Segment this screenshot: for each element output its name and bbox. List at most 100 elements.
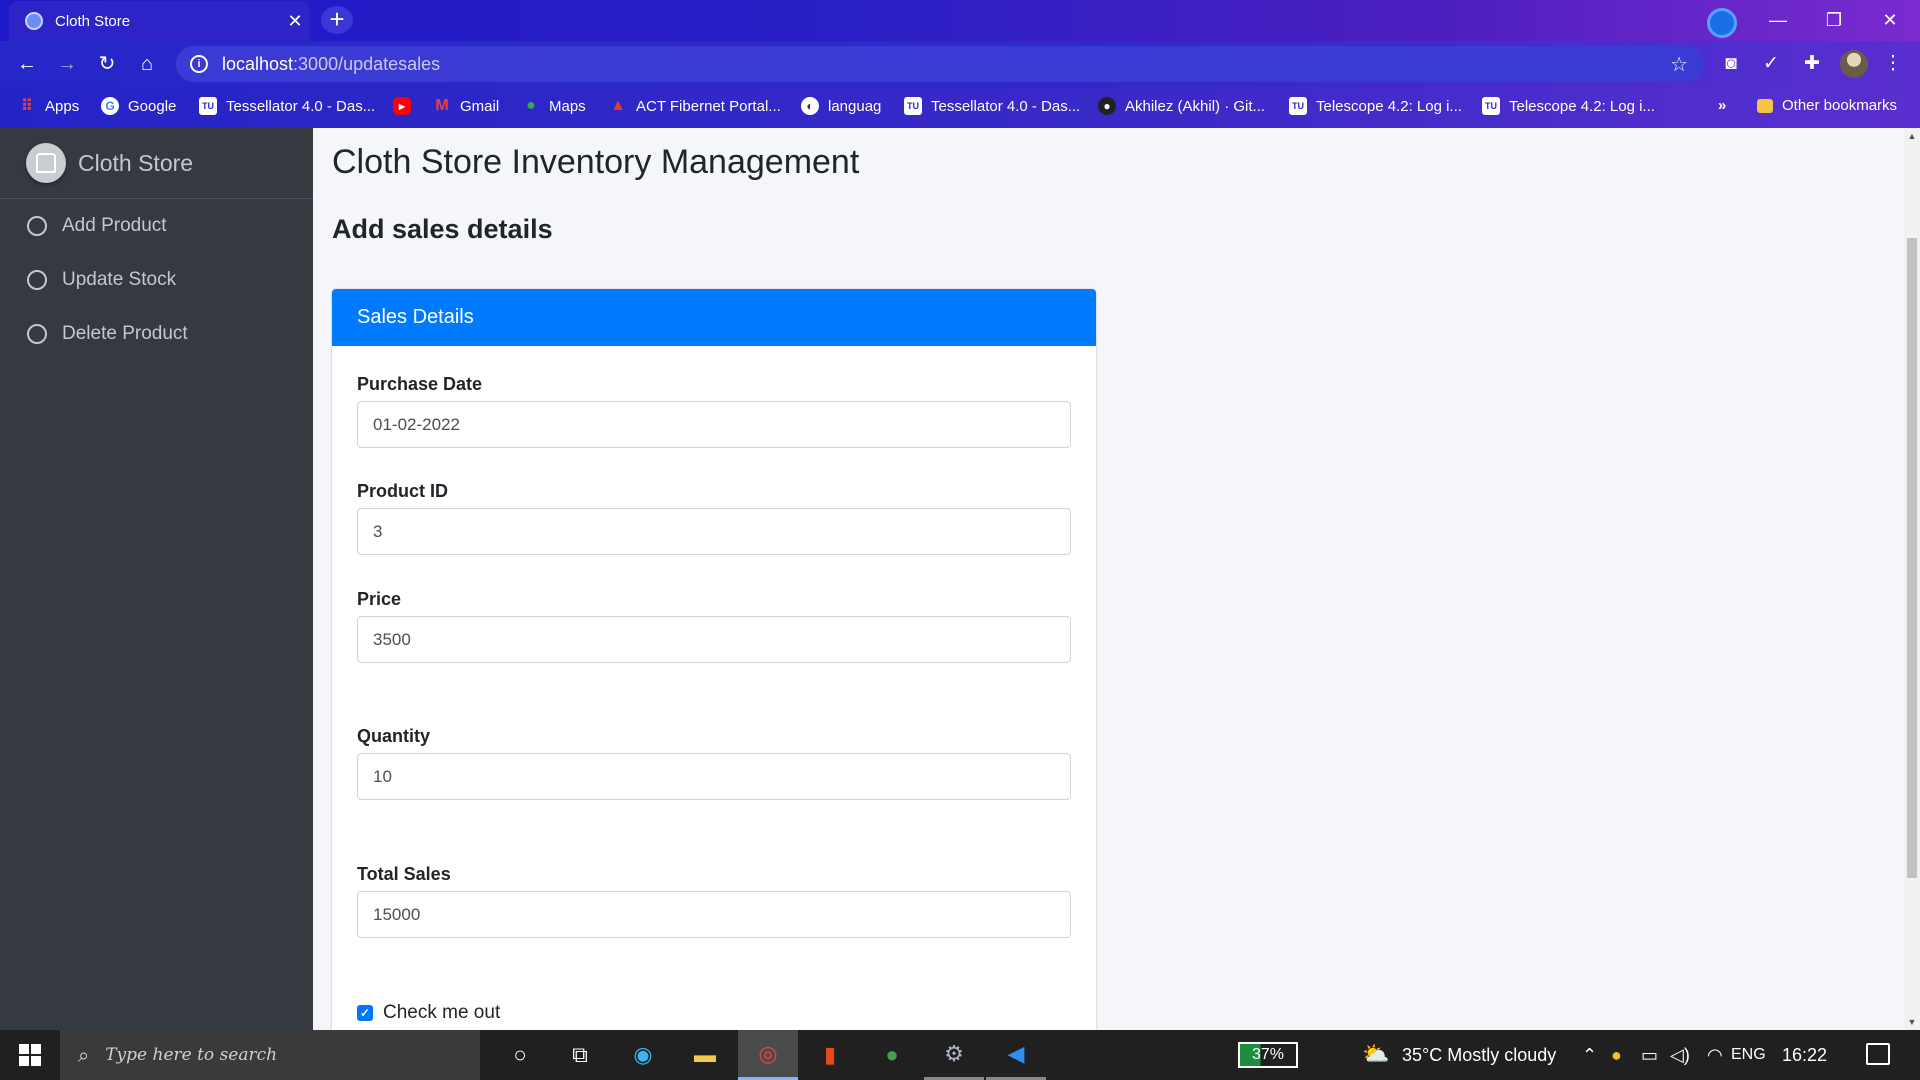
tessellator-icon: TU — [199, 97, 217, 115]
address-bar[interactable]: i localhost:3000/updatesales ☆ — [176, 46, 1704, 82]
forward-icon[interactable]: → — [51, 49, 83, 79]
bookmark-act-fibernet[interactable]: ▲ ACT Fibernet Portal... — [609, 97, 781, 115]
bookmark-label: Google — [128, 97, 177, 115]
clock[interactable]: 16:22 — [1782, 1045, 1827, 1066]
back-icon[interactable]: ← — [11, 49, 43, 79]
edge-icon[interactable]: ◉ — [613, 1030, 673, 1080]
bookmark-maps[interactable]: ● Maps — [522, 97, 586, 115]
sidebar-item-delete-product[interactable]: Delete Product — [0, 307, 313, 361]
brand-name: Cloth Store — [78, 149, 194, 176]
weather-cloud-icon: ⛅ — [1362, 1041, 1390, 1066]
weather-text[interactable]: 35°C Mostly cloudy — [1402, 1045, 1556, 1066]
profile-avatar[interactable] — [1840, 50, 1868, 78]
price-label: Price — [357, 589, 402, 609]
bookmark-star-icon[interactable]: ☆ — [1670, 52, 1688, 77]
site-info-icon[interactable]: i — [190, 55, 208, 73]
bookmark-apps[interactable]: ⠿ Apps — [18, 97, 80, 116]
bookmarks-bar: ⠿ Apps G Google TU Tessellator 4.0 - Das… — [0, 87, 1920, 128]
google-icon: G — [101, 97, 119, 115]
browser-menu-icon[interactable]: ⋮ — [1880, 51, 1906, 77]
quantity-input[interactable]: 10 — [357, 753, 1071, 800]
camera-extension-icon[interactable]: ◙ — [1718, 51, 1744, 77]
close-tab-icon[interactable]: ✕ — [280, 11, 310, 32]
bookmark-gmail[interactable]: M Gmail — [433, 97, 499, 115]
page-scrollbar[interactable]: ▲ ▼ — [1904, 128, 1920, 1030]
scroll-down-arrow-icon[interactable]: ▼ — [1904, 1014, 1920, 1030]
sidebar-item-update-stock[interactable]: Update Stock — [0, 253, 313, 307]
circle-icon — [27, 270, 47, 290]
task-view-icon[interactable]: ⧉ — [550, 1030, 610, 1080]
brand-link[interactable]: Cloth Store — [0, 128, 313, 199]
language-icon: ◐ — [801, 97, 819, 115]
bookmark-tessellator[interactable]: TU Tessellator 4.0 - Das... — [199, 97, 375, 115]
quantity-label: Quantity — [357, 726, 431, 746]
profile-download-icon[interactable] — [1707, 8, 1737, 38]
sales-details-card: Sales Details Purchase Date 01-02-2022 P… — [332, 289, 1096, 1049]
card-title: Sales Details — [332, 289, 1096, 346]
check-me-out-checkbox[interactable]: ✓ — [357, 1005, 373, 1021]
sidebar: Cloth Store Add Product Update Stock Del… — [0, 128, 313, 1030]
show-hidden-icons-icon[interactable]: ⌃ — [1582, 1045, 1597, 1066]
bookmark-language[interactable]: ◐ languag — [801, 97, 881, 115]
restore-icon[interactable]: ❐ — [1806, 0, 1862, 41]
bookmark-telescope[interactable]: TU Telescope 4.2: Log i... — [1289, 97, 1462, 115]
folder-icon — [1757, 98, 1773, 113]
start-button[interactable] — [0, 1030, 60, 1080]
bookmark-telescope-2[interactable]: TU Telescope 4.2: Log i... — [1482, 97, 1655, 115]
reload-icon[interactable]: ↻ — [91, 49, 123, 79]
more-bookmarks-button[interactable]: » — [1718, 97, 1726, 114]
close-window-icon[interactable]: ✕ — [1862, 0, 1918, 41]
total-sales-input[interactable]: 15000 — [357, 891, 1071, 938]
check-extension-icon[interactable]: ✓ — [1758, 51, 1784, 77]
settings-gear-icon[interactable]: ⚙ — [924, 1030, 984, 1080]
bookmark-youtube[interactable]: ▶ — [393, 97, 420, 115]
bookmark-github[interactable]: ● Akhilez (Akhil) · Git... — [1098, 97, 1265, 115]
gmail-icon: M — [435, 97, 449, 114]
office-icon[interactable]: ▮ — [800, 1030, 860, 1080]
tray-app-icon[interactable]: ● — [1611, 1045, 1622, 1066]
price-input[interactable]: 3500 — [357, 616, 1071, 663]
bookmark-label: Gmail — [460, 97, 500, 115]
language-indicator[interactable]: ENG — [1731, 1046, 1766, 1064]
home-icon[interactable]: ⌂ — [131, 49, 163, 79]
vscode-icon[interactable]: ◀ — [986, 1030, 1046, 1080]
battery-indicator[interactable]: 37% — [1238, 1042, 1298, 1068]
new-tab-button[interactable]: + — [321, 6, 353, 34]
url-path: :3000/updatesales — [293, 53, 441, 74]
taskbar-search-box[interactable]: ⌕ Type here to search — [60, 1030, 480, 1080]
tessellator-icon: TU — [904, 97, 922, 115]
power-icon[interactable]: ▭ — [1641, 1045, 1658, 1066]
browser-tab[interactable]: Cloth Store ✕ — [9, 1, 310, 41]
volume-icon[interactable]: ◁) — [1670, 1045, 1690, 1066]
chrome-icon[interactable]: ◎ — [738, 1030, 798, 1080]
total-sales-label: Total Sales — [357, 864, 451, 884]
sidebar-item-label: Update Stock — [62, 269, 177, 290]
file-explorer-icon[interactable]: ▬ — [675, 1030, 735, 1080]
purchase-date-label: Purchase Date — [357, 374, 483, 394]
other-bookmarks-folder[interactable]: Other bookmarks — [1757, 97, 1897, 114]
notification-center-icon[interactable] — [1866, 1043, 1890, 1065]
bookmark-tessellator-2[interactable]: TU Tessellator 4.0 - Das... — [904, 97, 1080, 115]
mongodb-compass-icon[interactable]: ● — [862, 1030, 922, 1080]
bookmark-label: Akhilez (Akhil) · Git... — [1125, 97, 1266, 115]
bookmark-label: Telescope 4.2: Log i... — [1316, 97, 1462, 115]
github-icon: ● — [1098, 97, 1116, 115]
windows-taskbar: ⌕ Type here to search ○ ⧉ ◉ ▬ ◎ ▮ ● ⚙ ◀ … — [0, 1030, 1920, 1080]
wifi-icon[interactable]: ◠ — [1707, 1045, 1723, 1066]
bookmark-google[interactable]: G Google — [101, 97, 176, 115]
bookmark-label: Tessellator 4.0 - Das... — [931, 97, 1081, 115]
extensions-puzzle-icon[interactable]: ✚ — [1799, 51, 1825, 77]
cortana-icon[interactable]: ○ — [490, 1030, 550, 1080]
minimize-icon[interactable]: — — [1750, 0, 1806, 41]
sidebar-item-add-product[interactable]: Add Product — [0, 199, 313, 253]
tab-title: Cloth Store — [55, 12, 131, 30]
browser-tab-strip: Cloth Store ✕ + — ❐ ✕ — [0, 0, 1920, 41]
product-id-input[interactable]: 3 — [357, 508, 1071, 555]
circle-icon — [27, 324, 47, 344]
globe-icon — [25, 12, 43, 30]
purchase-date-input[interactable]: 01-02-2022 — [357, 401, 1071, 448]
apps-icon: ⠿ — [21, 98, 33, 115]
scrollbar-thumb[interactable] — [1907, 238, 1917, 878]
scroll-up-arrow-icon[interactable]: ▲ — [1904, 128, 1920, 144]
bookmark-label: Apps — [45, 97, 80, 115]
